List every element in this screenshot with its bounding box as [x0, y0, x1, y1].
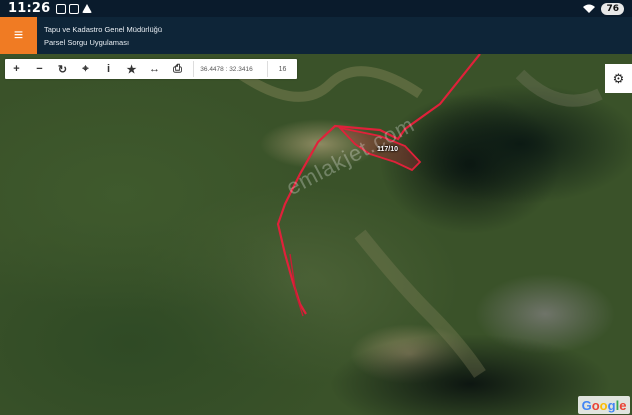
print-icon: ⎙ — [173, 62, 182, 75]
app-title-line1: Tapu ve Kadastro Genel Müdürlüğü — [44, 24, 162, 34]
instagram-icon — [69, 3, 80, 14]
zoom-out-button[interactable]: − — [28, 59, 51, 79]
app-header: ≡ Tapu ve Kadastro Genel Müdürlüğü Parse… — [0, 17, 632, 54]
app-title: Tapu ve Kadastro Genel Müdürlüğü Parsel … — [44, 23, 162, 49]
star-icon: ★ — [126, 63, 137, 76]
settings-button[interactable]: ⚙ — [605, 64, 632, 93]
refresh-icon: ↻ — [57, 63, 68, 76]
terrain-ridge — [515, 69, 603, 107]
measure-icon: ↔ — [149, 63, 160, 75]
google-logo-letter: e — [619, 397, 627, 413]
measure-button[interactable]: ↔ — [143, 59, 166, 79]
info-button[interactable]: i — [97, 59, 120, 79]
zoom-in-icon: + — [13, 63, 20, 75]
google-logo-letter: o — [599, 397, 608, 413]
telegram-icon — [82, 4, 93, 13]
status-time: 11:26 — [8, 1, 51, 16]
star-button[interactable]: ★ — [120, 59, 143, 79]
zoom-level-display: 16 — [267, 61, 297, 77]
status-notification-icons — [56, 3, 93, 14]
gear-icon: ⚙ — [612, 70, 625, 86]
terrain-ridge — [354, 229, 486, 378]
hamburger-icon: ≡ — [13, 26, 24, 44]
locate-icon: ⌖ — [82, 62, 89, 75]
print-button[interactable]: ⎙ — [166, 59, 189, 79]
wifi-icon — [583, 4, 596, 13]
info-icon: i — [106, 63, 111, 75]
map-toolbar: + − ↻ ⌖ i ★ ↔ ⎙ 36.4478 : 32.3416 16 — [5, 59, 297, 79]
app-title-line2: Parsel Sorgu Uygulaması — [44, 37, 130, 47]
map-overlay — [237, 54, 603, 378]
coordinates-display: 36.4478 : 32.3416 — [193, 61, 259, 77]
google-logo-letter: o — [591, 397, 600, 413]
locate-button[interactable]: ⌖ — [74, 59, 97, 79]
zoom-in-button[interactable]: + — [5, 59, 28, 79]
screenshot-icon — [56, 3, 67, 14]
status-bar: 11:26 76 — [0, 0, 632, 17]
refresh-button[interactable]: ↻ — [51, 59, 74, 79]
satellite-map[interactable] — [0, 54, 632, 415]
battery-indicator: 76 — [601, 2, 624, 15]
menu-button[interactable]: ≡ — [0, 17, 37, 54]
google-logo-letter: G — [581, 397, 592, 413]
google-attribution-logo: Google — [578, 396, 630, 414]
google-logo-letter: g — [607, 397, 616, 413]
zoom-out-icon: − — [36, 63, 43, 75]
